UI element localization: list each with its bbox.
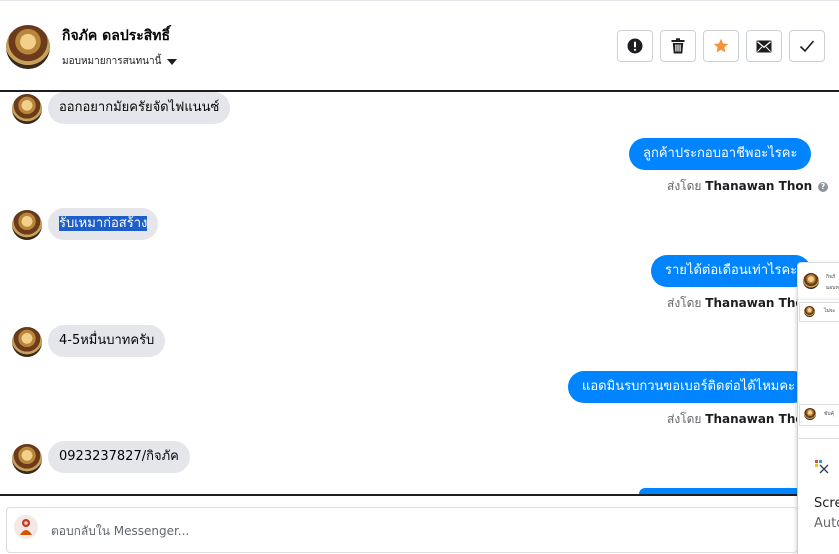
mark-done-button[interactable] xyxy=(789,30,825,62)
incoming-message[interactable]: ออกอยากมัยครัยจัดไฟแนนซ์ xyxy=(48,92,231,124)
page-avatar xyxy=(14,515,38,539)
incoming-message[interactable]: 0923237827/กิจภัค xyxy=(48,441,190,473)
side-panel-divider xyxy=(797,438,839,439)
page-logo-icon xyxy=(20,519,32,535)
assign-label: มอบหมายการสนทนานี้ xyxy=(62,56,162,67)
contact-avatar-small xyxy=(12,327,42,357)
trash-icon xyxy=(671,38,685,54)
sent-by-label: ส่งโดย Thanawan Thon xyxy=(667,294,812,313)
assign-conversation-dropdown[interactable]: มอบหมายการสนทนานี้ xyxy=(62,54,178,69)
check-icon xyxy=(799,40,815,53)
chat-head-card[interactable]: กิจภั มอบห xyxy=(797,262,839,302)
sent-by-label: ส่งโดย Thanawan Thon xyxy=(667,410,812,429)
chat-head-avatar xyxy=(803,273,819,289)
outgoing-message[interactable]: รายได้ต่อเดือนเท่าไรคะ xyxy=(651,255,812,287)
star-button[interactable] xyxy=(703,30,739,62)
side-panel-row[interactable]: ขับคุ้ xyxy=(799,404,839,426)
help-icon[interactable]: ? xyxy=(818,181,828,192)
chat-head-name: กิจภั xyxy=(826,274,836,280)
star-icon xyxy=(713,38,729,53)
caret-down-icon xyxy=(167,59,178,65)
chat-head-sub: มอบห xyxy=(826,285,839,291)
contact-avatar-small xyxy=(12,444,42,474)
contact-avatar[interactable] xyxy=(6,25,50,69)
sent-by-prefix: ส่งโดย xyxy=(667,296,702,310)
composer-divider xyxy=(0,494,839,496)
incoming-message[interactable]: 4-5หมื่นบาทครับ xyxy=(48,325,166,357)
snip-tool-icon xyxy=(814,459,830,479)
side-row-avatar xyxy=(804,408,816,420)
side-row-text: ขับคุ้ xyxy=(824,411,834,417)
sent-by-prefix: ส่งโดย xyxy=(667,412,702,426)
envelope-icon xyxy=(756,40,772,52)
side-panel-row[interactable]: ไม่จะ xyxy=(799,302,839,322)
outgoing-message[interactable]: แอดมินรบกวนขอเบอร์ติดต่อได้ไหมคะ xyxy=(568,371,810,403)
outgoing-message[interactable]: ลูกค้าประกอบอาชีพอะไรคะ xyxy=(629,138,812,170)
sent-by-label: ส่งโดย Thanawan Thon ? xyxy=(667,177,828,196)
mark-spam-button[interactable] xyxy=(617,30,653,62)
incoming-message[interactable]: รับเหมาก่อสร้าง xyxy=(48,208,159,240)
sent-by-prefix: ส่งโดย xyxy=(667,179,702,193)
side-row-avatar xyxy=(804,306,815,317)
selected-text: รับเหมาก่อสร้าง xyxy=(59,216,148,231)
sender-name[interactable]: Thanawan Thon xyxy=(705,179,812,193)
snip-notification-title[interactable]: Scre xyxy=(814,496,839,511)
side-row-text: ไม่จะ xyxy=(824,308,836,314)
exclamation-icon xyxy=(627,38,643,54)
reply-placeholder: ตอบกลับใน Messenger... xyxy=(51,524,190,538)
contact-avatar-small xyxy=(12,94,42,124)
delete-button[interactable] xyxy=(660,30,696,62)
mark-unread-button[interactable] xyxy=(746,30,782,62)
contact-name[interactable]: กิจภัค ดลประสิทธิ์ xyxy=(62,25,170,47)
contact-avatar-small xyxy=(12,210,42,240)
snip-notification-subtitle: Auto xyxy=(814,516,839,531)
